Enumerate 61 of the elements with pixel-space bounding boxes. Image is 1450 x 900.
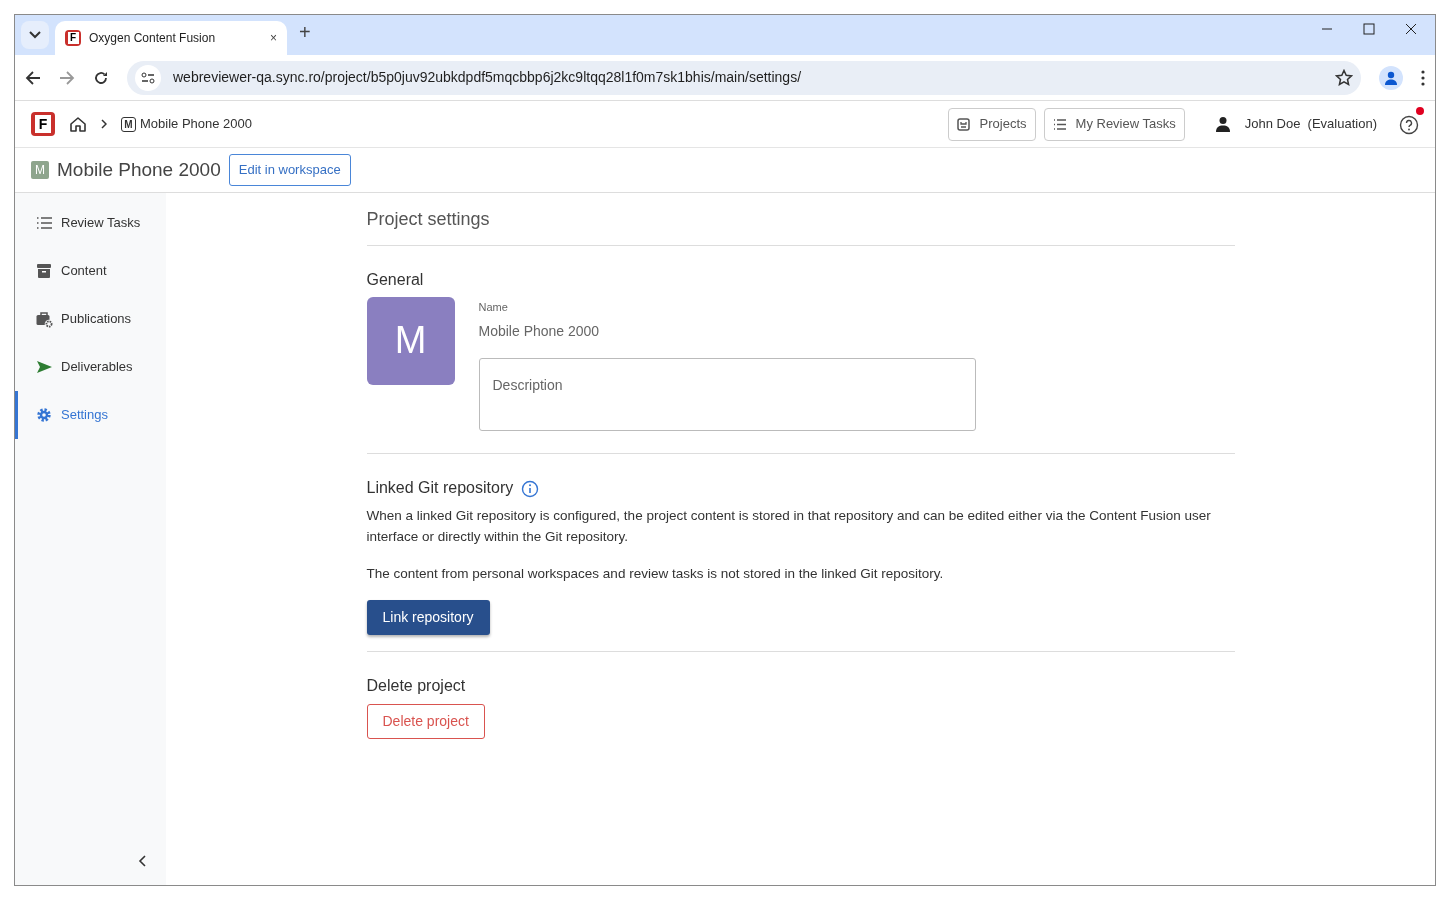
person-icon bbox=[1384, 70, 1398, 85]
project-badge: M bbox=[31, 161, 49, 179]
gear-icon bbox=[36, 406, 53, 424]
user-icon bbox=[1214, 116, 1231, 132]
page-title: Project settings bbox=[366, 209, 1235, 246]
sidebar-item[interactable]: Content bbox=[15, 247, 166, 295]
more-menu-icon[interactable] bbox=[1421, 69, 1425, 86]
project-avatar: M bbox=[366, 296, 455, 385]
tab-close-button[interactable]: × bbox=[270, 32, 277, 44]
section-heading: Linked Git repository bbox=[366, 478, 514, 498]
description-text: When a linked Git repository is configured, the project content is stored in that repository and can be edited either via the Content Fusion user interface or directly within the Git repository. bbox=[366, 507, 1212, 547]
tune-icon bbox=[141, 71, 155, 84]
url-text: webreviewer-qa.sync.ro/project/b5p0juv92ubkdpdf5mqcbbp6j2kc9ltqq28l1f0m7sk1bhis/main/settings/ bbox=[173, 68, 803, 87]
help-button[interactable] bbox=[1399, 114, 1419, 135]
header-button[interactable]: My Review Tasks bbox=[1043, 107, 1185, 141]
header-button[interactable]: Projects bbox=[947, 107, 1036, 141]
app-logo[interactable]: F bbox=[31, 112, 55, 136]
briefcase-gear-icon bbox=[36, 310, 53, 328]
favicon-icon: F bbox=[65, 30, 81, 46]
project-title: Mobile Phone 2000 bbox=[57, 157, 221, 182]
list-icon bbox=[1052, 117, 1066, 131]
collapse-sidebar-button[interactable] bbox=[138, 852, 146, 867]
sidebar-item[interactable]: Deliverables bbox=[15, 343, 166, 391]
chevron-right-icon bbox=[101, 119, 107, 129]
profile-button[interactable] bbox=[1379, 65, 1403, 90]
edit-in-workspace-button[interactable]: Edit in workspace bbox=[228, 154, 351, 186]
delete-project-button[interactable]: Delete project bbox=[366, 703, 485, 739]
tab-search-button[interactable] bbox=[21, 21, 49, 49]
projects-icon bbox=[956, 117, 970, 131]
description-field[interactable]: Description bbox=[478, 358, 976, 432]
tab-title: Oxygen Content Fusion bbox=[89, 30, 217, 47]
star-icon[interactable] bbox=[1335, 68, 1353, 87]
reload-icon[interactable] bbox=[93, 69, 109, 86]
new-tab-button[interactable]: + bbox=[299, 22, 311, 42]
section-heading: Delete project bbox=[366, 676, 467, 696]
section-heading: General bbox=[366, 269, 425, 289]
field-label: Name bbox=[478, 299, 509, 315]
send-icon bbox=[36, 358, 53, 376]
site-info-button[interactable] bbox=[135, 64, 161, 91]
close-icon[interactable] bbox=[1405, 23, 1417, 35]
maximize-icon[interactable] bbox=[1363, 23, 1375, 35]
breadcrumb-link[interactable]: M Mobile Phone 2000 bbox=[121, 114, 253, 134]
description-text: The content from personal workspaces and review tasks is not stored in the linked Git repository. bbox=[366, 565, 945, 584]
browser-tab[interactable]: F Oxygen Content Fusion × bbox=[55, 21, 287, 55]
name-value: Mobile Phone 2000 bbox=[478, 322, 601, 342]
home-icon[interactable] bbox=[69, 116, 87, 132]
sidebar-item[interactable]: Publications bbox=[15, 295, 166, 343]
link-repository-button[interactable]: Link repository bbox=[366, 600, 490, 636]
info-icon[interactable] bbox=[521, 479, 540, 498]
user-name[interactable]: John Doe (Evaluation) bbox=[1244, 114, 1377, 134]
address-bar[interactable]: webreviewer-qa.sync.ro/project/b5p0juv92ubkdpdf5mqcbbp6j2kc9ltqq28l1f0m7sk1bhis/main/settings/ bbox=[127, 60, 1361, 95]
list-icon bbox=[36, 214, 53, 232]
archive-box-icon bbox=[36, 262, 53, 280]
sidebar-item[interactable]: Settings bbox=[15, 391, 166, 439]
project-badge: M bbox=[121, 116, 136, 132]
help-icon bbox=[1399, 114, 1419, 135]
sidebar-item[interactable]: Review Tasks bbox=[15, 199, 166, 247]
chevron-down-icon bbox=[29, 31, 41, 39]
back-icon[interactable] bbox=[25, 69, 41, 86]
chevron-left-icon bbox=[138, 855, 146, 867]
forward-icon[interactable] bbox=[59, 69, 75, 86]
